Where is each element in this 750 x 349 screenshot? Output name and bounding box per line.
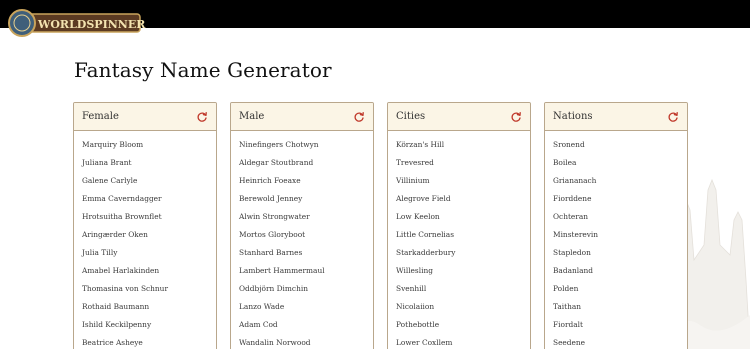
list-item[interactable]: Trevesred [396, 155, 530, 173]
panel-header: Female [74, 103, 216, 131]
list-item[interactable]: Nicolaiion [396, 299, 530, 317]
list-item[interactable]: Griananach [553, 173, 687, 191]
list-item[interactable]: Ninefingers Chotwyn [239, 137, 373, 155]
nations-panel: Nations Sronend Boilea Griananach Fiordd… [544, 102, 688, 349]
list-item[interactable]: Lanzo Wade [239, 299, 373, 317]
list-item[interactable]: Thomasina von Schnur [82, 281, 216, 299]
list-item[interactable]: Stapledon [553, 245, 687, 263]
list-item[interactable]: Berewold Jenney [239, 191, 373, 209]
list-item[interactable]: Svenhill [396, 281, 530, 299]
list-item[interactable]: Willesling [396, 263, 530, 281]
name-list: Ninefingers Chotwyn Aldegar Stoutbrand H… [231, 131, 373, 349]
list-item[interactable]: Polden [553, 281, 687, 299]
list-item[interactable]: Taithan [553, 299, 687, 317]
list-item[interactable]: Badanland [553, 263, 687, 281]
name-list: Sronend Boilea Griananach Fiorddene Ocht… [545, 131, 687, 349]
list-item[interactable]: Little Cornelias [396, 227, 530, 245]
list-item[interactable]: Boilea [553, 155, 687, 173]
refresh-icon[interactable] [510, 111, 522, 123]
list-item[interactable]: Amabel Harlakinden [82, 263, 216, 281]
refresh-icon[interactable] [667, 111, 679, 123]
list-item[interactable]: Rothaid Baumann [82, 299, 216, 317]
cities-panel: Cities Körzan's Hill Trevesred Villinium… [387, 102, 531, 349]
list-item[interactable]: Marquiry Bloom [82, 137, 216, 155]
refresh-icon[interactable] [196, 111, 208, 123]
list-item[interactable]: Starkadderbury [396, 245, 530, 263]
panel-header: Male [231, 103, 373, 131]
list-item[interactable]: Ochteran [553, 209, 687, 227]
list-item[interactable]: Sronend [553, 137, 687, 155]
panel-title: Female [82, 111, 119, 122]
page-title: Fantasy Name Generator [74, 58, 332, 82]
list-item[interactable]: Stanhard Barnes [239, 245, 373, 263]
list-item[interactable]: Körzan's Hill [396, 137, 530, 155]
list-item[interactable]: Adam Cod [239, 317, 373, 335]
list-item[interactable]: Alegrove Field [396, 191, 530, 209]
list-item[interactable]: Heinrich Foeaxe [239, 173, 373, 191]
list-item[interactable]: Fiordalt [553, 317, 687, 335]
list-item[interactable]: Wandalin Norwood [239, 335, 373, 349]
name-list: Marquiry Bloom Juliana Brant Galene Carl… [74, 131, 216, 349]
worldspinner-logo[interactable]: WORLDSPINNER [2, 4, 152, 44]
name-list: Körzan's Hill Trevesred Villinium Alegro… [388, 131, 530, 349]
list-item[interactable]: Fiorddene [553, 191, 687, 209]
male-names-panel: Male Ninefingers Chotwyn Aldegar Stoutbr… [230, 102, 374, 349]
panel-title: Male [239, 111, 265, 122]
list-item[interactable]: Juliana Brant [82, 155, 216, 173]
list-item[interactable]: Seedene [553, 335, 687, 349]
list-item[interactable]: Aldegar Stoutbrand [239, 155, 373, 173]
female-names-panel: Female Marquiry Bloom Juliana Brant Gale… [73, 102, 217, 349]
list-item[interactable]: Minsterevin [553, 227, 687, 245]
list-item[interactable]: Emma Caverndagger [82, 191, 216, 209]
refresh-icon[interactable] [353, 111, 365, 123]
list-item[interactable]: Julia Tilly [82, 245, 216, 263]
list-item[interactable]: Mortos Gloryboot [239, 227, 373, 245]
list-item[interactable]: Hrotsuitha Brownflet [82, 209, 216, 227]
list-item[interactable]: Oddbjörn Dimchin [239, 281, 373, 299]
panel-title: Nations [553, 111, 593, 122]
panel-header: Nations [545, 103, 687, 131]
list-item[interactable]: Villinium [396, 173, 530, 191]
svg-text:WORLDSPINNER: WORLDSPINNER [37, 18, 146, 31]
list-item[interactable]: Beatrice Asheye [82, 335, 216, 349]
panel-title: Cities [396, 111, 426, 122]
list-item[interactable]: Galene Carlyle [82, 173, 216, 191]
list-item[interactable]: Lambert Hammermaul [239, 263, 373, 281]
list-item[interactable]: Ishild Keckilpenny [82, 317, 216, 335]
panel-header: Cities [388, 103, 530, 131]
list-item[interactable]: Aringærder Oken [82, 227, 216, 245]
list-item[interactable]: Lower Coxllem [396, 335, 530, 349]
list-item[interactable]: Low Keelon [396, 209, 530, 227]
list-item[interactable]: Pothebottle [396, 317, 530, 335]
list-item[interactable]: Alwin Strongwater [239, 209, 373, 227]
